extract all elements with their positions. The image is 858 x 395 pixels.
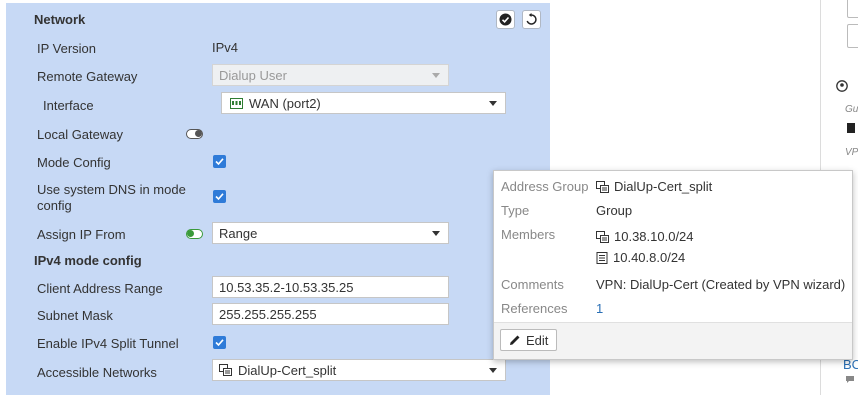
undo-icon bbox=[526, 13, 537, 25]
tooltip-comments-value: VPN: DialUp-Cert (Created by VPN wizard) bbox=[596, 277, 846, 292]
interface-value: WAN (port2) bbox=[249, 95, 321, 111]
remote-gateway-select: Dialup User bbox=[212, 64, 449, 86]
accessible-networks-select[interactable]: DialUp-Cert_split bbox=[212, 359, 506, 381]
book-icon bbox=[847, 123, 855, 133]
side-button-1[interactable] bbox=[847, 0, 858, 18]
tooltip-member-2-text: 10.40.8.0/24 bbox=[613, 250, 686, 265]
remote-gateway-value: Dialup User bbox=[219, 67, 287, 83]
section-title: Network bbox=[34, 12, 86, 27]
network-port-icon bbox=[230, 97, 243, 109]
tooltip-references-key: References bbox=[501, 301, 568, 316]
subnet-mask-input[interactable]: 255.255.255.255 bbox=[212, 303, 449, 325]
local-gateway-label: Local Gateway bbox=[37, 127, 123, 142]
chevron-down-icon bbox=[432, 231, 440, 236]
assign-ip-from-label: Assign IP From bbox=[37, 227, 126, 242]
edit-button[interactable]: Edit bbox=[500, 329, 558, 351]
assign-ip-from-toggle[interactable] bbox=[186, 229, 203, 239]
tooltip-references-value[interactable]: 1 bbox=[596, 301, 603, 316]
subnet-mask-value: 255.255.255.255 bbox=[219, 306, 317, 322]
client-address-range-label: Client Address Range bbox=[37, 281, 163, 296]
ipv4-mode-config-title: IPv4 mode config bbox=[34, 253, 142, 268]
use-system-dns-label-line2: config bbox=[37, 198, 72, 213]
side-text-vp: VP bbox=[845, 147, 858, 158]
ip-version-label: IP Version bbox=[37, 41, 97, 56]
client-address-range-value: 10.53.35.2-10.53.35.25 bbox=[219, 279, 354, 295]
interface-select[interactable]: WAN (port2) bbox=[221, 92, 506, 114]
edit-button-label: Edit bbox=[526, 332, 549, 348]
tooltip-address-group-value: DialUp-Cert_split bbox=[596, 179, 712, 194]
chevron-down-icon bbox=[432, 73, 440, 78]
chevron-down-icon bbox=[489, 368, 497, 373]
assign-ip-from-value: Range bbox=[219, 225, 258, 241]
tooltip-members-key: Members bbox=[501, 227, 556, 242]
local-gateway-toggle[interactable] bbox=[186, 129, 203, 139]
tooltip-type-key: Type bbox=[501, 203, 530, 218]
tooltip-member-1: 10.38.10.0/24 bbox=[596, 229, 694, 244]
address-group-icon bbox=[219, 364, 232, 376]
tooltip-address-group-key: Address Group bbox=[501, 179, 589, 194]
pencil-icon bbox=[510, 335, 520, 345]
split-tunnel-label: Enable IPv4 Split Tunnel bbox=[37, 336, 179, 351]
use-system-dns-label-line1: Use system DNS in mode bbox=[37, 182, 186, 197]
side-button-2[interactable] bbox=[847, 24, 858, 48]
accessible-networks-value: DialUp-Cert_split bbox=[238, 362, 337, 378]
subnet-mask-label: Subnet Mask bbox=[37, 308, 113, 323]
chevron-down-icon bbox=[489, 101, 497, 106]
check-circle-icon bbox=[499, 13, 512, 26]
tooltip-type-value: Group bbox=[596, 203, 633, 218]
client-address-range-input[interactable]: 10.53.35.2-10.53.35.25 bbox=[212, 276, 449, 298]
address-group-tooltip: Address Group DialUp-Cert_split Type Gro… bbox=[493, 170, 853, 360]
tooltip-comments-key: Comments bbox=[501, 277, 564, 292]
ip-version-value: IPv4 bbox=[212, 40, 239, 55]
address-icon bbox=[596, 251, 608, 264]
address-group-icon bbox=[596, 180, 609, 193]
accessible-networks-label: Accessible Networks bbox=[37, 365, 157, 380]
remote-gateway-label: Remote Gateway bbox=[37, 69, 138, 84]
assign-ip-from-select[interactable]: Range bbox=[212, 222, 449, 244]
tooltip-address-group-text: DialUp-Cert_split bbox=[614, 179, 713, 194]
network-panel: Network IP Version IPv4 Remote Gateway D… bbox=[6, 3, 550, 395]
checkmark-icon bbox=[215, 193, 224, 201]
tooltip-member-1-text: 10.38.10.0/24 bbox=[614, 229, 694, 244]
checkmark-icon bbox=[215, 339, 224, 347]
interface-label: Interface bbox=[43, 98, 94, 113]
use-system-dns-label: Use system DNS in mode config bbox=[37, 182, 186, 214]
comment-icon bbox=[846, 376, 854, 383]
apply-button[interactable] bbox=[496, 10, 515, 29]
mode-config-label: Mode Config bbox=[37, 155, 111, 170]
side-text-gu: Gu bbox=[845, 104, 858, 115]
use-system-dns-checkbox[interactable] bbox=[213, 190, 226, 203]
reset-button[interactable] bbox=[522, 10, 541, 29]
checkmark-icon bbox=[215, 158, 224, 166]
split-tunnel-checkbox[interactable] bbox=[213, 336, 226, 349]
mode-config-checkbox[interactable] bbox=[213, 155, 226, 168]
tooltip-member-2: 10.40.8.0/24 bbox=[596, 250, 685, 265]
tooltip-footer: Edit bbox=[494, 322, 852, 359]
user-circle-icon bbox=[836, 80, 848, 92]
address-group-icon bbox=[596, 230, 609, 243]
